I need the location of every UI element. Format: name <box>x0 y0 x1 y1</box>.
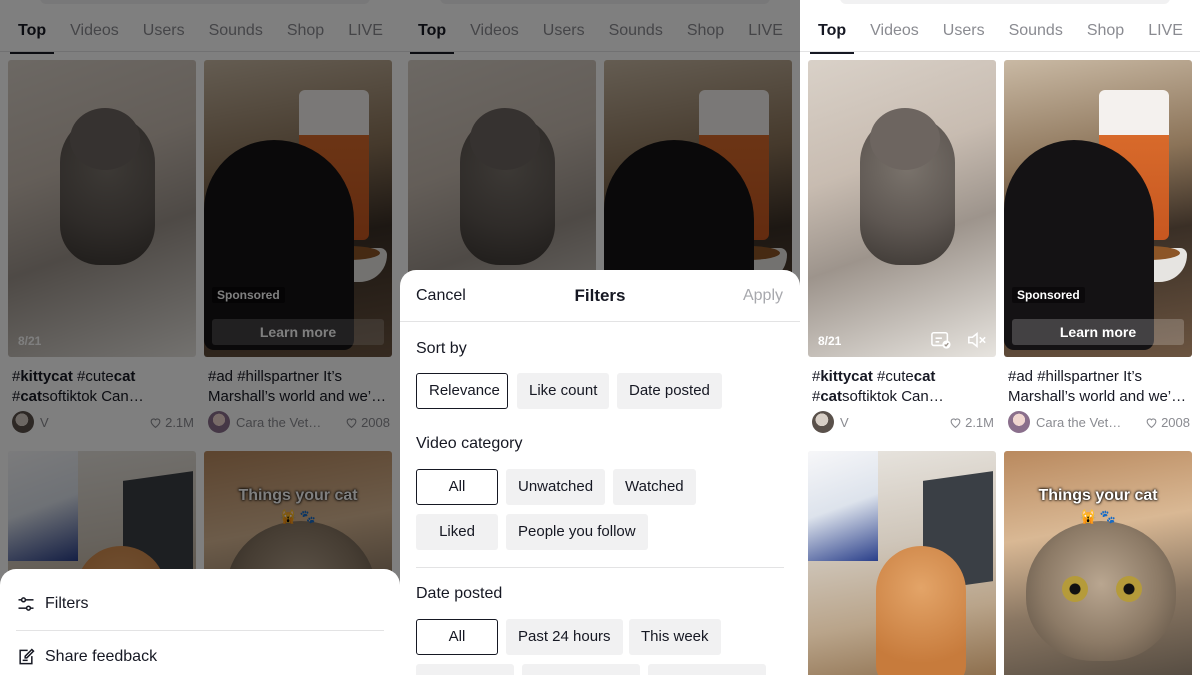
results-panel: Top Videos Users Sounds Shop LIVE 8/21 #kitty… <box>800 0 1200 675</box>
video-category-option-liked[interactable]: Liked <box>416 514 498 550</box>
filters-menu-item[interactable]: Filters <box>16 578 384 630</box>
author-name[interactable]: V <box>840 415 949 430</box>
search-bar[interactable] <box>840 0 1170 4</box>
avatar[interactable] <box>812 411 834 433</box>
video-category-option-all[interactable]: All <box>416 469 498 505</box>
like-count: 2.1M <box>949 415 994 430</box>
options-sheet: Filters Share feedback <box>0 569 400 675</box>
tab-users[interactable]: Users <box>943 14 985 51</box>
captions-icon[interactable] <box>930 330 952 350</box>
sponsored-badge: Sponsored <box>1012 287 1085 303</box>
orange-cat-figure <box>876 546 966 675</box>
filters-label: Filters <box>45 595 89 612</box>
date-chip-partial[interactable] <box>648 664 766 675</box>
tab-sounds[interactable]: Sounds <box>1009 14 1063 51</box>
mute-icon[interactable] <box>966 330 988 350</box>
like-count-value: 2008 <box>1161 414 1190 430</box>
date-chip-partial[interactable] <box>522 664 640 675</box>
results-panel-with-menu: TopVideosUsersSoundsShopLIVE 8/21 #kitty… <box>0 0 400 675</box>
heart-icon <box>1146 417 1157 428</box>
search-tabs: Top Videos Users Sounds Shop LIVE <box>800 14 1200 54</box>
video-meta: Cara the Vet… 2008 <box>1008 411 1190 433</box>
video-category-option-watched[interactable]: Watched <box>613 469 696 505</box>
video-thumbnail[interactable]: Things your cat 🙀 🐾 <box>1004 451 1192 675</box>
tab-top[interactable]: Top <box>809 14 855 54</box>
date-posted-option-all[interactable]: All <box>416 619 498 655</box>
sort-by-heading: Sort by <box>416 340 467 357</box>
video-thumbnail[interactable] <box>808 451 996 675</box>
filters-sheet: Cancel Filters Apply Sort by Relevance Li… <box>400 270 800 675</box>
learn-more-button[interactable]: Learn more <box>1012 319 1184 345</box>
video-caption[interactable]: #ad #hillspartner It’s Marshall’s world … <box>1008 367 1190 407</box>
edit-note-icon <box>19 648 35 665</box>
apply-button[interactable]: Apply <box>743 287 783 305</box>
sort-by-option-like-count[interactable]: Like count <box>517 373 610 409</box>
video-category-option-people-you-follow[interactable]: People you follow <box>506 514 648 550</box>
video-meta: V 2.1M <box>812 411 994 433</box>
heart-icon <box>950 417 961 428</box>
video-thumbnail[interactable]: Sponsored Learn more <box>1004 60 1192 357</box>
like-count-value: 2.1M <box>965 414 994 430</box>
overlay-text: Things your cat <box>1038 487 1158 504</box>
author-name[interactable]: Cara the Vet… <box>1036 415 1145 430</box>
share-feedback-label: Share feedback <box>45 648 158 665</box>
like-count: 2008 <box>1145 415 1190 430</box>
video-category-option-unwatched[interactable]: Unwatched <box>506 469 606 505</box>
share-feedback-menu-item[interactable]: Share feedback <box>16 631 384 675</box>
overlay-emoji: 🙀 🐾 <box>1080 509 1116 524</box>
video-thumbnail[interactable]: 8/21 <box>808 60 996 357</box>
sliders-icon <box>18 597 34 611</box>
results-panel-with-filters: TopVideosUsersSoundsShopLIVE Cancel Filt… <box>400 0 800 675</box>
filters-sheet-header: Cancel Filters Apply <box>400 270 800 322</box>
filters-title: Filters <box>574 286 626 305</box>
date-posted-option-past-24-hours[interactable]: Past 24 hours <box>506 619 623 655</box>
date-posted-option-this-week[interactable]: This week <box>629 619 721 655</box>
divider <box>416 567 784 568</box>
tv-screen <box>808 451 878 561</box>
video-caption[interactable]: #kittycat #cutecat #catsoftiktok Can som… <box>812 367 994 407</box>
kitten-face <box>870 108 940 170</box>
sort-by-option-date-posted[interactable]: Date posted <box>617 373 722 409</box>
tab-shop[interactable]: Shop <box>1087 14 1124 51</box>
photo-counter: 8/21 <box>818 334 842 348</box>
tab-videos[interactable]: Videos <box>870 14 919 51</box>
tabby-cat-figure <box>1026 521 1176 661</box>
cat-eye <box>1062 576 1088 602</box>
date-posted-heading: Date posted <box>416 585 503 602</box>
sort-by-option-relevance[interactable]: Relevance <box>416 373 508 409</box>
avatar[interactable] <box>1008 411 1030 433</box>
cat-eye <box>1116 576 1142 602</box>
video-category-heading: Video category <box>416 435 523 452</box>
tab-live[interactable]: LIVE <box>1148 14 1183 51</box>
date-chip-partial[interactable] <box>416 664 514 675</box>
thumbnail-controls <box>930 330 988 350</box>
